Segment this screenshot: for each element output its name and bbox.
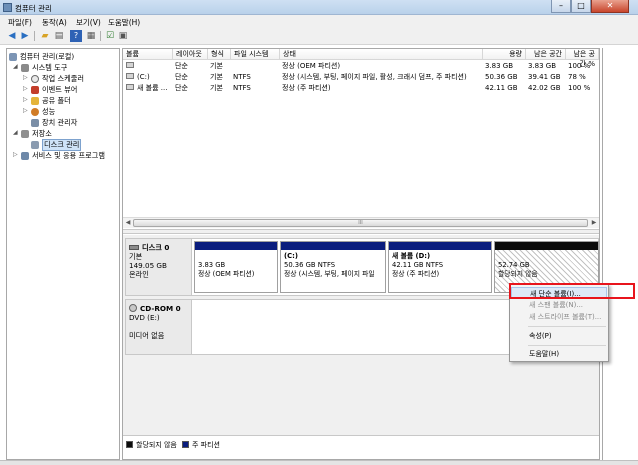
back-icon[interactable]: ◀ [6, 30, 18, 42]
performance-icon [31, 108, 39, 116]
toolbar: ◀ ▶ ▰ ▤ ? ▦ ☑ ▣ [0, 28, 638, 45]
menu-new-striped-volume[interactable]: 새 스트라이프 볼륨(T)... [511, 311, 607, 323]
check-icon[interactable]: ☑ [104, 30, 116, 42]
menu-properties[interactable]: 속성(P) [511, 330, 607, 342]
menu-bar: 파일(F) 동작(A) 보기(V) 도움말(H) [0, 15, 638, 28]
help-icon[interactable]: ? [70, 30, 82, 42]
partition-c[interactable]: (C:) 50.36 GB NTFS 정상 (시스템, 부팅, 페이지 파일 [280, 241, 386, 293]
clock-icon [31, 75, 39, 83]
pane-splitter[interactable] [123, 229, 599, 234]
actions-pane [602, 48, 638, 460]
menu-action[interactable]: 동작(A) [42, 17, 67, 28]
close-button[interactable]: ✕ [591, 0, 629, 13]
menu-view[interactable]: 보기(V) [76, 17, 101, 28]
properties-icon[interactable]: ▤ [53, 30, 65, 42]
scroll-left-icon[interactable]: ◀ [124, 219, 132, 227]
partition-oem[interactable]: 3.83 GB 정상 (OEM 파티션) [194, 241, 278, 293]
scroll-right-icon[interactable]: ▶ [590, 219, 598, 227]
toolbar-separator [100, 31, 101, 41]
partition-d[interactable]: 새 볼륨 (D:) 42.11 GB NTFS 정상 (주 파티션) [388, 241, 492, 293]
disk-drive-icon [129, 245, 139, 250]
expand-icon[interactable]: ▷ [23, 74, 28, 81]
status-bar [0, 460, 638, 465]
tools-icon [21, 64, 29, 72]
col-header-status[interactable]: 상태 [280, 49, 483, 60]
scrollbar-thumb[interactable]: III [133, 219, 588, 227]
horizontal-scrollbar[interactable]: ◀ III ▶ [123, 217, 599, 228]
unallocated-bar [495, 242, 598, 250]
primary-partition-bar [195, 242, 277, 250]
col-header-capacity[interactable]: 용량 [483, 49, 526, 60]
volume-icon [126, 84, 134, 90]
primary-partition-bar [389, 242, 491, 250]
title-bar: 컴퓨터 관리 – □ ✕ [0, 0, 638, 15]
menu-separator [528, 345, 606, 346]
legend-primary-partition: 주 파티션 [192, 441, 220, 449]
window-title: 컴퓨터 관리 [15, 4, 52, 13]
device-icon [31, 119, 39, 127]
minimize-button[interactable]: – [551, 0, 571, 13]
menu-help[interactable]: 도움말(H) [108, 17, 140, 28]
event-icon [31, 86, 39, 94]
maximize-button[interactable]: □ [571, 0, 591, 13]
col-header-volume[interactable]: 볼륨 [123, 49, 173, 60]
legend-unallocated: 할당되지 않음 [136, 441, 177, 449]
storage-icon [21, 130, 29, 138]
navigation-tree: 컴퓨터 관리(로컬) ◢ 시스템 도구 ▷ 작업 스케줄러 ▷ 이벤트 뷰어 ▷… [6, 48, 120, 460]
legend: 할당되지 않음 주 파티션 [123, 435, 599, 459]
properties2-icon[interactable]: ▣ [117, 30, 129, 42]
expand-icon[interactable]: ▷ [23, 107, 28, 114]
forward-icon[interactable]: ▶ [19, 30, 31, 42]
menu-help[interactable]: 도움말(H) [511, 348, 607, 360]
volume-icon [126, 73, 134, 79]
services-icon [21, 152, 29, 160]
computer-management-icon [3, 3, 12, 12]
disk-management-pane: 볼륨 레이아웃 형식 파일 시스템 상태 용량 남은 공간 남은 공간 % 단순… [122, 48, 600, 460]
col-header-free-pct[interactable]: 남은 공간 % [566, 49, 599, 68]
col-header-type[interactable]: 형식 [208, 49, 231, 60]
collapse-icon[interactable]: ◢ [13, 63, 18, 70]
col-header-filesystem[interactable]: 파일 시스템 [231, 49, 280, 60]
disk-0-label[interactable]: 디스크 0 기본 149.05 GB 온라인 [126, 239, 192, 295]
primary-partition-swatch [182, 441, 189, 448]
menu-new-spanned-volume[interactable]: 새 스팬 볼륨(N)... [511, 299, 607, 311]
col-header-free[interactable]: 남은 공간 [526, 49, 566, 60]
cdrom-icon [129, 304, 137, 312]
toolbar-separator [34, 31, 35, 41]
cdrom-0-label[interactable]: CD-ROM 0 DVD (E:) 미디어 없음 [126, 300, 192, 354]
expand-icon[interactable]: ▷ [13, 151, 18, 158]
folder-icon[interactable]: ▰ [39, 30, 51, 42]
menu-separator [528, 326, 606, 327]
volume-icon [126, 62, 134, 68]
disk-icon [31, 141, 39, 149]
unallocated-swatch [126, 441, 133, 448]
view-icon[interactable]: ▦ [85, 30, 97, 42]
folder-icon [31, 97, 39, 105]
collapse-icon[interactable]: ◢ [13, 129, 18, 136]
expand-icon[interactable]: ▷ [23, 96, 28, 103]
menu-file[interactable]: 파일(F) [8, 17, 32, 28]
primary-partition-bar [281, 242, 385, 250]
col-header-layout[interactable]: 레이아웃 [173, 49, 208, 60]
computer-icon [9, 53, 17, 61]
expand-icon[interactable]: ▷ [23, 85, 28, 92]
highlight-box [509, 283, 635, 299]
